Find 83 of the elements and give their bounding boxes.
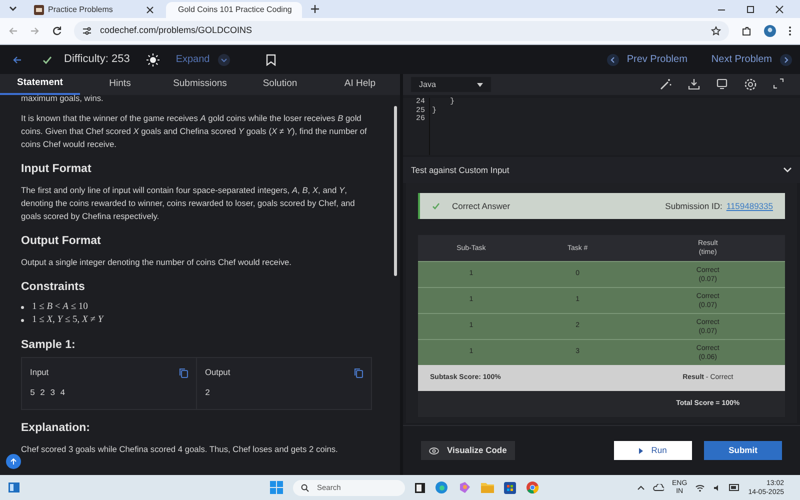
address-bar[interactable]: codechef.com/problems/GOLDCOINS (74, 21, 729, 41)
problem-tab[interactable]: AI Help (320, 74, 400, 95)
caret-icon (477, 82, 483, 86)
copy-icon[interactable] (179, 368, 188, 378)
verdict-text: Correct Answer (452, 200, 510, 212)
prev-problem-button[interactable]: Prev Problem (606, 52, 688, 67)
paragraph: Output a single integer denoting the number of coins Chef would receive. (21, 256, 292, 269)
tab-title: Gold Coins 101 Practice Coding (178, 4, 292, 16)
back-arrow-icon[interactable] (12, 54, 22, 64)
paragraph: It is known that the winner of the game receives A gold coins while the loser receives B gold coins. Given that Chef scored X goals and Chefina scored Y goals (X ≠ Y), find the number of coins Chef would receive. (21, 112, 368, 151)
download-icon[interactable] (688, 78, 700, 90)
arrow-up-icon (10, 458, 17, 465)
sample-label: Input (30, 366, 49, 379)
browser-tab[interactable]: Gold Coins 101 Practice Coding (166, 2, 302, 18)
constraint-item: 1 ≤ X, Y ≤ 5, X ≠ Y (32, 314, 104, 327)
problem-tab[interactable]: Submissions (160, 74, 240, 95)
wifi-icon[interactable] (695, 484, 706, 492)
problem-tab[interactable]: Statement (0, 74, 80, 95)
browser-tab[interactable]: Practice Problems (26, 2, 162, 18)
profile-avatar-icon[interactable] (764, 25, 776, 37)
paragraph: Chef scored 3 goals while Chefina scored 4 goals. Thus, Chef loses and gets 2 coins. (21, 443, 339, 456)
store-icon[interactable] (504, 482, 516, 494)
paragraph: maximum goals, wins. (21, 95, 104, 105)
search-icon (301, 484, 309, 492)
fullscreen-icon[interactable] (773, 78, 784, 89)
close-icon[interactable] (775, 5, 784, 14)
bookmark-icon[interactable] (266, 54, 276, 66)
start-menu-icon[interactable] (270, 481, 283, 494)
extensions-icon[interactable] (741, 26, 752, 36)
more-menu-icon[interactable] (788, 26, 792, 36)
difficulty-label: Difficulty: 253 (64, 52, 130, 68)
site-settings-icon[interactable] (82, 26, 92, 36)
next-problem-button[interactable]: Next Problem (711, 52, 792, 67)
task-view-icon[interactable] (415, 482, 425, 492)
maximize-icon[interactable] (746, 5, 755, 14)
sample-value: 5 2 3 4 (30, 387, 66, 400)
section-heading: Explanation: (21, 421, 92, 436)
section-heading: Input Format (21, 162, 92, 177)
new-tab-plus-icon[interactable] (310, 4, 320, 14)
settings-icon[interactable] (744, 78, 757, 91)
section-heading: Output Format (21, 234, 102, 249)
sample-value: 2 (205, 387, 212, 400)
chevron-up-icon[interactable] (637, 485, 646, 490)
reload-icon[interactable] (52, 26, 62, 36)
sample-label: Output (205, 366, 230, 379)
tab-title: Practice Problems (48, 4, 114, 16)
problem-tab[interactable]: Solution (240, 74, 320, 95)
browser-icon[interactable] (435, 481, 448, 494)
bullet-icon (21, 306, 24, 309)
chevron-left-icon (606, 54, 619, 66)
close-icon[interactable] (146, 6, 154, 14)
assistant-icon[interactable] (458, 481, 471, 494)
run-button[interactable]: Run (614, 441, 692, 460)
widgets-icon[interactable] (8, 482, 20, 493)
paragraph: The first and only line of input will contain four space-separated integers, A, B, X, and Y, denoting the coins rewarded to winner, coins rewarded to loser, goals scored by Chef, and goals scored by Chefina respectively. (21, 184, 356, 223)
constraint-item: 1 ≤ B < A ≤ 10 (32, 301, 88, 314)
url-text: codechef.com/problems/GOLDCOINS (100, 24, 252, 38)
scrollbar-thumb[interactable] (394, 106, 397, 276)
chevron-down-icon (218, 54, 230, 66)
submit-button[interactable]: Submit (704, 441, 782, 460)
chrome-icon[interactable] (526, 481, 539, 494)
bullet-icon (21, 319, 24, 322)
battery-icon[interactable] (729, 484, 740, 491)
site-logo-icon (34, 5, 44, 15)
section-heading: Sample 1: (21, 338, 76, 353)
magic-wand-icon[interactable] (660, 78, 672, 90)
visualize-code-button[interactable]: Visualize Code (421, 441, 515, 460)
copy-icon[interactable] (354, 368, 363, 378)
section-heading: Constraints (21, 280, 86, 295)
sun-icon[interactable] (146, 52, 160, 66)
language-dropdown[interactable]: Java (411, 77, 491, 92)
submission-label: Submission ID: (665, 200, 722, 212)
star-icon[interactable] (711, 26, 721, 36)
problem-tab[interactable]: Hints (80, 74, 160, 95)
screen-icon[interactable] (716, 78, 728, 90)
chevron-right-icon (780, 54, 792, 66)
custom-input-header[interactable]: Test against Custom Input (403, 157, 800, 183)
expand-button[interactable]: Expand (176, 52, 230, 67)
eye-icon (429, 446, 439, 454)
scroll-top-button[interactable] (6, 454, 21, 469)
check-icon (432, 202, 440, 210)
cloud-icon[interactable] (653, 484, 664, 491)
play-icon (639, 448, 644, 454)
